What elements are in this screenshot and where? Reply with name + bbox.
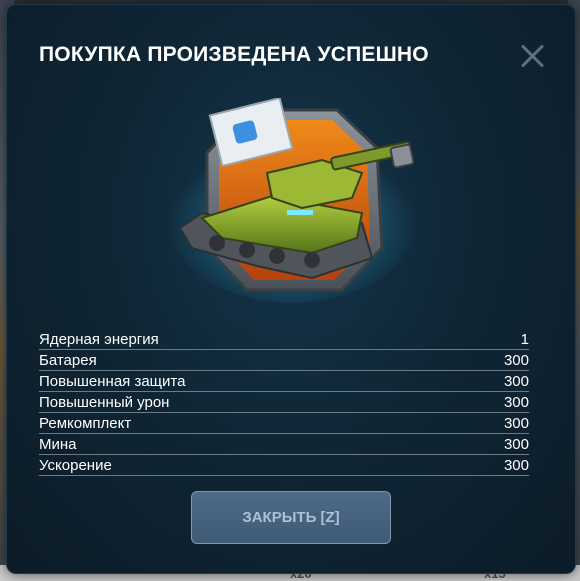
item-name: Батарея xyxy=(39,352,97,369)
purchased-items-list: Ядерная энергия 1 Батарея 300 Повышенная… xyxy=(39,329,529,476)
tank-reward-icon xyxy=(167,98,417,303)
item-quantity: 300 xyxy=(503,394,529,411)
item-quantity: 300 xyxy=(503,436,529,453)
list-item: Повышенная защита 300 xyxy=(39,371,529,392)
item-name: Повышенный урон xyxy=(39,394,170,411)
list-item: Батарея 300 xyxy=(39,350,529,371)
item-name: Ускорение xyxy=(39,457,112,474)
item-name: Повышенная защита xyxy=(39,373,186,390)
item-quantity: 300 xyxy=(503,373,529,390)
close-icon[interactable] xyxy=(515,39,549,73)
list-item: Повышенный урон 300 xyxy=(39,392,529,413)
dialog-title: ПОКУПКА ПРОИЗВЕДЕНА УСПЕШНО xyxy=(39,43,429,66)
list-item: Мина 300 xyxy=(39,434,529,455)
item-quantity: 300 xyxy=(503,457,529,474)
purchase-success-dialog: ПОКУПКА ПРОИЗВЕДЕНА УСПЕШНО Ядерная энер… xyxy=(6,4,576,574)
list-item: Ремкомплект 300 xyxy=(39,413,529,434)
item-quantity: 300 xyxy=(503,415,529,432)
item-name: Ремкомплект xyxy=(39,415,132,432)
item-name: Мина xyxy=(39,436,77,453)
close-button[interactable]: ЗАКРЫТЬ [Z] xyxy=(191,491,391,544)
list-item: Ядерная энергия 1 xyxy=(39,329,529,350)
item-name: Ядерная энергия xyxy=(39,331,159,348)
list-item: Ускорение 300 xyxy=(39,455,529,476)
item-quantity: 300 xyxy=(503,352,529,369)
item-quantity: 1 xyxy=(520,331,529,348)
